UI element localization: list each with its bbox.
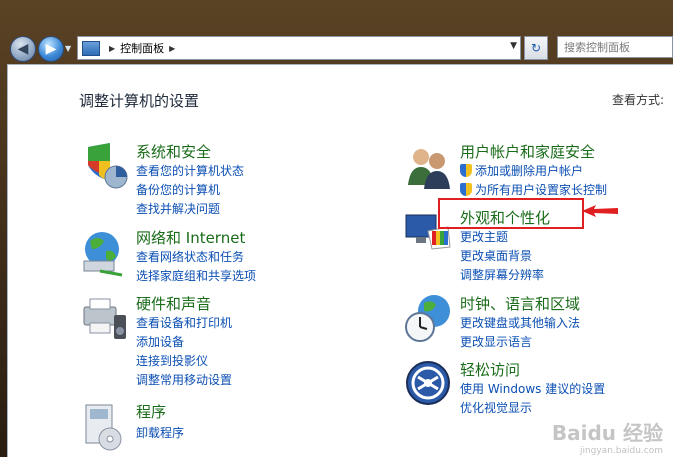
link-backup-computer[interactable]: 备份您的计算机 <box>136 181 220 198</box>
link-optimize-visual-display[interactable]: 优化视觉显示 <box>460 399 532 416</box>
search-input[interactable]: 搜索控制面板 <box>557 36 673 58</box>
link-devices-printers[interactable]: 查看设备和打印机 <box>136 314 232 331</box>
ease-of-access-icon[interactable] <box>404 359 454 409</box>
watermark-logo: Baidu 经验 <box>551 421 663 445</box>
category-title[interactable]: 程序 <box>136 401 166 422</box>
clock-globe-icon[interactable] <box>404 293 454 343</box>
recent-pages-dropdown-icon[interactable]: ▼ <box>65 44 71 53</box>
uac-shield-icon <box>460 183 472 196</box>
link-change-display-language[interactable]: 更改显示语言 <box>460 333 532 350</box>
highlight-box <box>438 198 584 229</box>
window-frame: ◀ ▶ ▼ ▶ 控制面板 ▶ ▼ ↻ 搜索控制面板 调整计算机的设置 查看方式:… <box>0 0 673 457</box>
category-title[interactable]: 轻松访问 <box>460 359 520 380</box>
link-find-fix-problems[interactable]: 查找并解决问题 <box>136 200 220 217</box>
category-title[interactable]: 用户帐户和家庭安全 <box>460 141 595 162</box>
uac-shield-icon <box>460 164 472 177</box>
link-network-status[interactable]: 查看网络状态和任务 <box>136 248 244 265</box>
programs-disc-icon[interactable] <box>80 401 130 451</box>
category-title[interactable]: 时钟、语言和区域 <box>460 293 580 314</box>
link-add-device[interactable]: 添加设备 <box>136 333 184 350</box>
link-mobility-settings[interactable]: 调整常用移动设置 <box>136 371 232 388</box>
breadcrumb-arrow-icon[interactable]: ▶ <box>169 44 175 53</box>
link-parental-controls[interactable]: 为所有用户设置家长控制 <box>460 181 607 198</box>
address-dropdown-icon[interactable]: ▼ <box>510 41 517 51</box>
link-change-desktop-background[interactable]: 更改桌面背景 <box>460 247 532 264</box>
breadcrumb-arrow-icon[interactable]: ▶ <box>109 44 115 53</box>
back-button[interactable]: ◀ <box>10 36 36 62</box>
link-change-theme[interactable]: 更改主题 <box>460 228 508 245</box>
address-field[interactable]: ▶ 控制面板 ▶ ▼ <box>77 36 521 60</box>
link-adjust-resolution[interactable]: 调整屏幕分辨率 <box>460 266 544 283</box>
link-view-computer-status[interactable]: 查看您的计算机状态 <box>136 162 244 179</box>
link-connect-projector[interactable]: 连接到投影仪 <box>136 352 208 369</box>
control-panel-content: 调整计算机的设置 查看方式: 系统和安全 查看您的计算机状态 备份您的计算机 查… <box>7 64 673 457</box>
network-globe-icon[interactable] <box>80 227 130 277</box>
link-change-keyboard-input[interactable]: 更改键盘或其他输入法 <box>460 314 580 331</box>
link-homegroup-sharing[interactable]: 选择家庭组和共享选项 <box>136 267 256 284</box>
breadcrumb-control-panel[interactable]: 控制面板 <box>120 40 164 56</box>
page-title: 调整计算机的设置 <box>79 92 200 110</box>
watermark-url: jingyan.baidu.com <box>579 446 663 456</box>
shield-pie-icon[interactable] <box>80 141 130 191</box>
link-windows-recommended-settings[interactable]: 使用 Windows 建议的设置 <box>460 380 605 397</box>
link-uninstall-program[interactable]: 卸载程序 <box>136 424 184 441</box>
users-icon[interactable] <box>404 141 454 191</box>
refresh-button[interactable]: ↻ <box>524 36 548 60</box>
control-panel-icon <box>82 40 100 56</box>
category-title[interactable]: 网络和 Internet <box>136 227 245 248</box>
link-add-remove-accounts[interactable]: 添加或删除用户帐户 <box>460 162 583 179</box>
category-title[interactable]: 硬件和声音 <box>136 293 211 314</box>
view-by-label[interactable]: 查看方式: <box>612 91 664 108</box>
forward-button[interactable]: ▶ <box>38 36 64 62</box>
printer-speaker-icon[interactable] <box>80 293 130 343</box>
category-title[interactable]: 系统和安全 <box>136 141 211 162</box>
address-bar-area: ◀ ▶ ▼ ▶ 控制面板 ▶ ▼ ↻ 搜索控制面板 <box>0 0 673 64</box>
red-arrow-icon <box>582 205 618 217</box>
